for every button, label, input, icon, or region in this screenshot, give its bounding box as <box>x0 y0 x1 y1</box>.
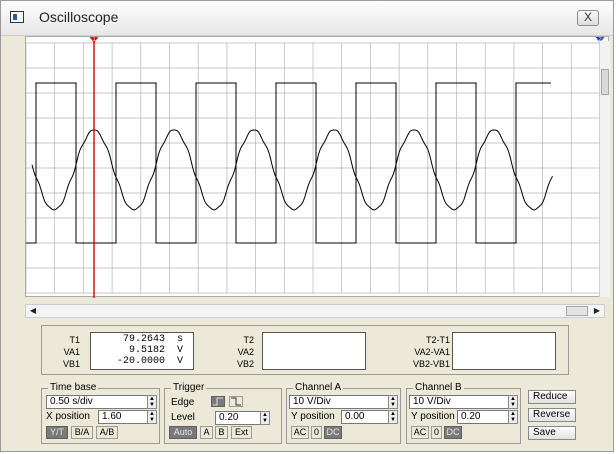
scroll-right-arrow-icon[interactable]: ▶ <box>590 305 604 317</box>
channel-a-ac-button[interactable]: AC <box>291 426 309 439</box>
channel-b-trace <box>26 82 551 244</box>
timebase-title: Time base <box>48 382 99 394</box>
timebase-group: Time base 0.50 s/div ▲ ▼ X position 1.60 … <box>41 382 160 444</box>
rising-edge-icon[interactable] <box>211 396 225 407</box>
channel-a-ypos-spinner[interactable]: ▲ ▼ <box>388 410 398 424</box>
reduce-button[interactable]: Reduce <box>528 390 576 404</box>
vb1-label: VB1 <box>62 359 80 369</box>
t1-label: T1 <box>69 335 80 345</box>
channel-a-scale-field[interactable]: 10 V/Div <box>289 395 389 409</box>
channel-a-group: Channel A 10 V/Div ▲ ▼ Y position 0.00 ▲ ▼… <box>286 382 401 444</box>
channel-b-title: Channel B <box>413 382 464 394</box>
va2-va1-label: VA2-VA1 <box>414 347 450 357</box>
horizontal-scrollbar[interactable]: ◀ ▶ <box>25 304 605 318</box>
timebase-scale-field[interactable]: 0.50 s/div <box>46 395 148 409</box>
va2-label: VA2 <box>237 347 254 357</box>
channel-a-zero-button[interactable]: 0 <box>311 426 322 439</box>
trigger-level-field[interactable]: 0.20 <box>215 411 261 425</box>
vertical-scrollbar[interactable] <box>599 41 610 297</box>
timebase-xpos-label: X position <box>46 411 90 422</box>
save-button[interactable]: Save <box>528 426 576 440</box>
vb1-value: -20.0000 <box>116 356 165 367</box>
trigger-title: Trigger <box>171 382 207 394</box>
trigger-level-label: Level <box>171 412 195 423</box>
timebase-xpos-spinner[interactable]: ▲ ▼ <box>147 410 157 424</box>
window-title: Oscilloscope <box>39 9 119 25</box>
scope-grid <box>26 42 601 294</box>
t2-label: T2 <box>243 335 254 345</box>
diff-readout-box <box>452 332 556 370</box>
vb2-label: VB2 <box>236 359 254 369</box>
trigger-level-spinner[interactable]: ▲ ▼ <box>260 411 270 425</box>
horizontal-scroll-thumb[interactable] <box>566 306 588 316</box>
trigger-group: Trigger Edge Level 0.20 ▲ ▼ Auto A B Ext <box>164 382 282 444</box>
channel-b-ypos-field[interactable]: 0.20 <box>457 410 509 424</box>
scroll-left-arrow-icon[interactable]: ◀ <box>26 305 40 317</box>
vb1-unit: V <box>177 356 184 367</box>
falling-edge-icon[interactable] <box>229 396 243 407</box>
trigger-a-button[interactable]: A <box>200 426 213 439</box>
channel-a-dc-button[interactable]: DC <box>324 426 342 439</box>
channel-b-scale-field[interactable]: 10 V/Div <box>409 395 509 409</box>
va1-label: VA1 <box>63 347 80 357</box>
t1-readout-box: 79.2643 s 9.5182 V -20.0000 V <box>90 332 194 370</box>
channel-a-ypos-field[interactable]: 0.00 <box>341 410 389 424</box>
trigger-b-button[interactable]: B <box>215 426 228 439</box>
vb2-vb1-label: VB2-VB1 <box>412 359 450 369</box>
title-bar[interactable]: Oscilloscope X <box>1 1 613 36</box>
channel-b-zero-button[interactable]: 0 <box>431 426 442 439</box>
channel-b-ypos-label: Y position <box>411 411 455 422</box>
channel-a-scale-spinner[interactable]: ▲ ▼ <box>388 395 398 409</box>
channel-b-dc-button[interactable]: DC <box>444 426 462 439</box>
t2-readout-box <box>262 332 366 370</box>
channel-a-title: Channel A <box>293 382 344 394</box>
app-icon <box>10 11 24 23</box>
mode-ba-button[interactable]: B/A <box>71 426 93 439</box>
trigger-auto-button[interactable]: Auto <box>169 426 197 439</box>
cursor-readout-panel: T1 VA1 VB1 79.2643 s 9.5182 V -20.0000 V… <box>41 325 569 375</box>
reverse-button[interactable]: Reverse <box>528 408 576 422</box>
scope-plot: 1 2 <box>26 37 605 298</box>
close-button[interactable]: X <box>577 10 599 26</box>
trigger-ext-button[interactable]: Ext <box>231 426 252 439</box>
channel-b-ac-button[interactable]: AC <box>411 426 429 439</box>
channel-b-group: Channel B 10 V/Div ▲ ▼ Y position 0.20 ▲ ▼… <box>406 382 521 444</box>
t2-t1-label: T2-T1 <box>425 335 450 345</box>
channel-b-ypos-spinner[interactable]: ▲ ▼ <box>508 410 518 424</box>
trigger-edge-label: Edge <box>171 397 195 408</box>
timebase-scale-spinner[interactable]: ▲ ▼ <box>147 395 157 409</box>
mode-ab-button[interactable]: A/B <box>96 426 118 439</box>
oscilloscope-window: Oscilloscope X 1 2 ◀ ▶ T1 VA1 VB1 79.264… <box>0 0 614 452</box>
scope-display[interactable]: 1 2 <box>25 36 609 298</box>
timebase-xpos-field[interactable]: 1.60 <box>98 410 148 424</box>
mode-yt-button[interactable]: Y/T <box>46 426 68 439</box>
channel-a-trace <box>31 129 553 211</box>
vertical-scroll-thumb[interactable] <box>601 69 609 95</box>
channel-a-ypos-label: Y position <box>291 411 335 422</box>
channel-b-scale-spinner[interactable]: ▲ ▼ <box>508 395 518 409</box>
